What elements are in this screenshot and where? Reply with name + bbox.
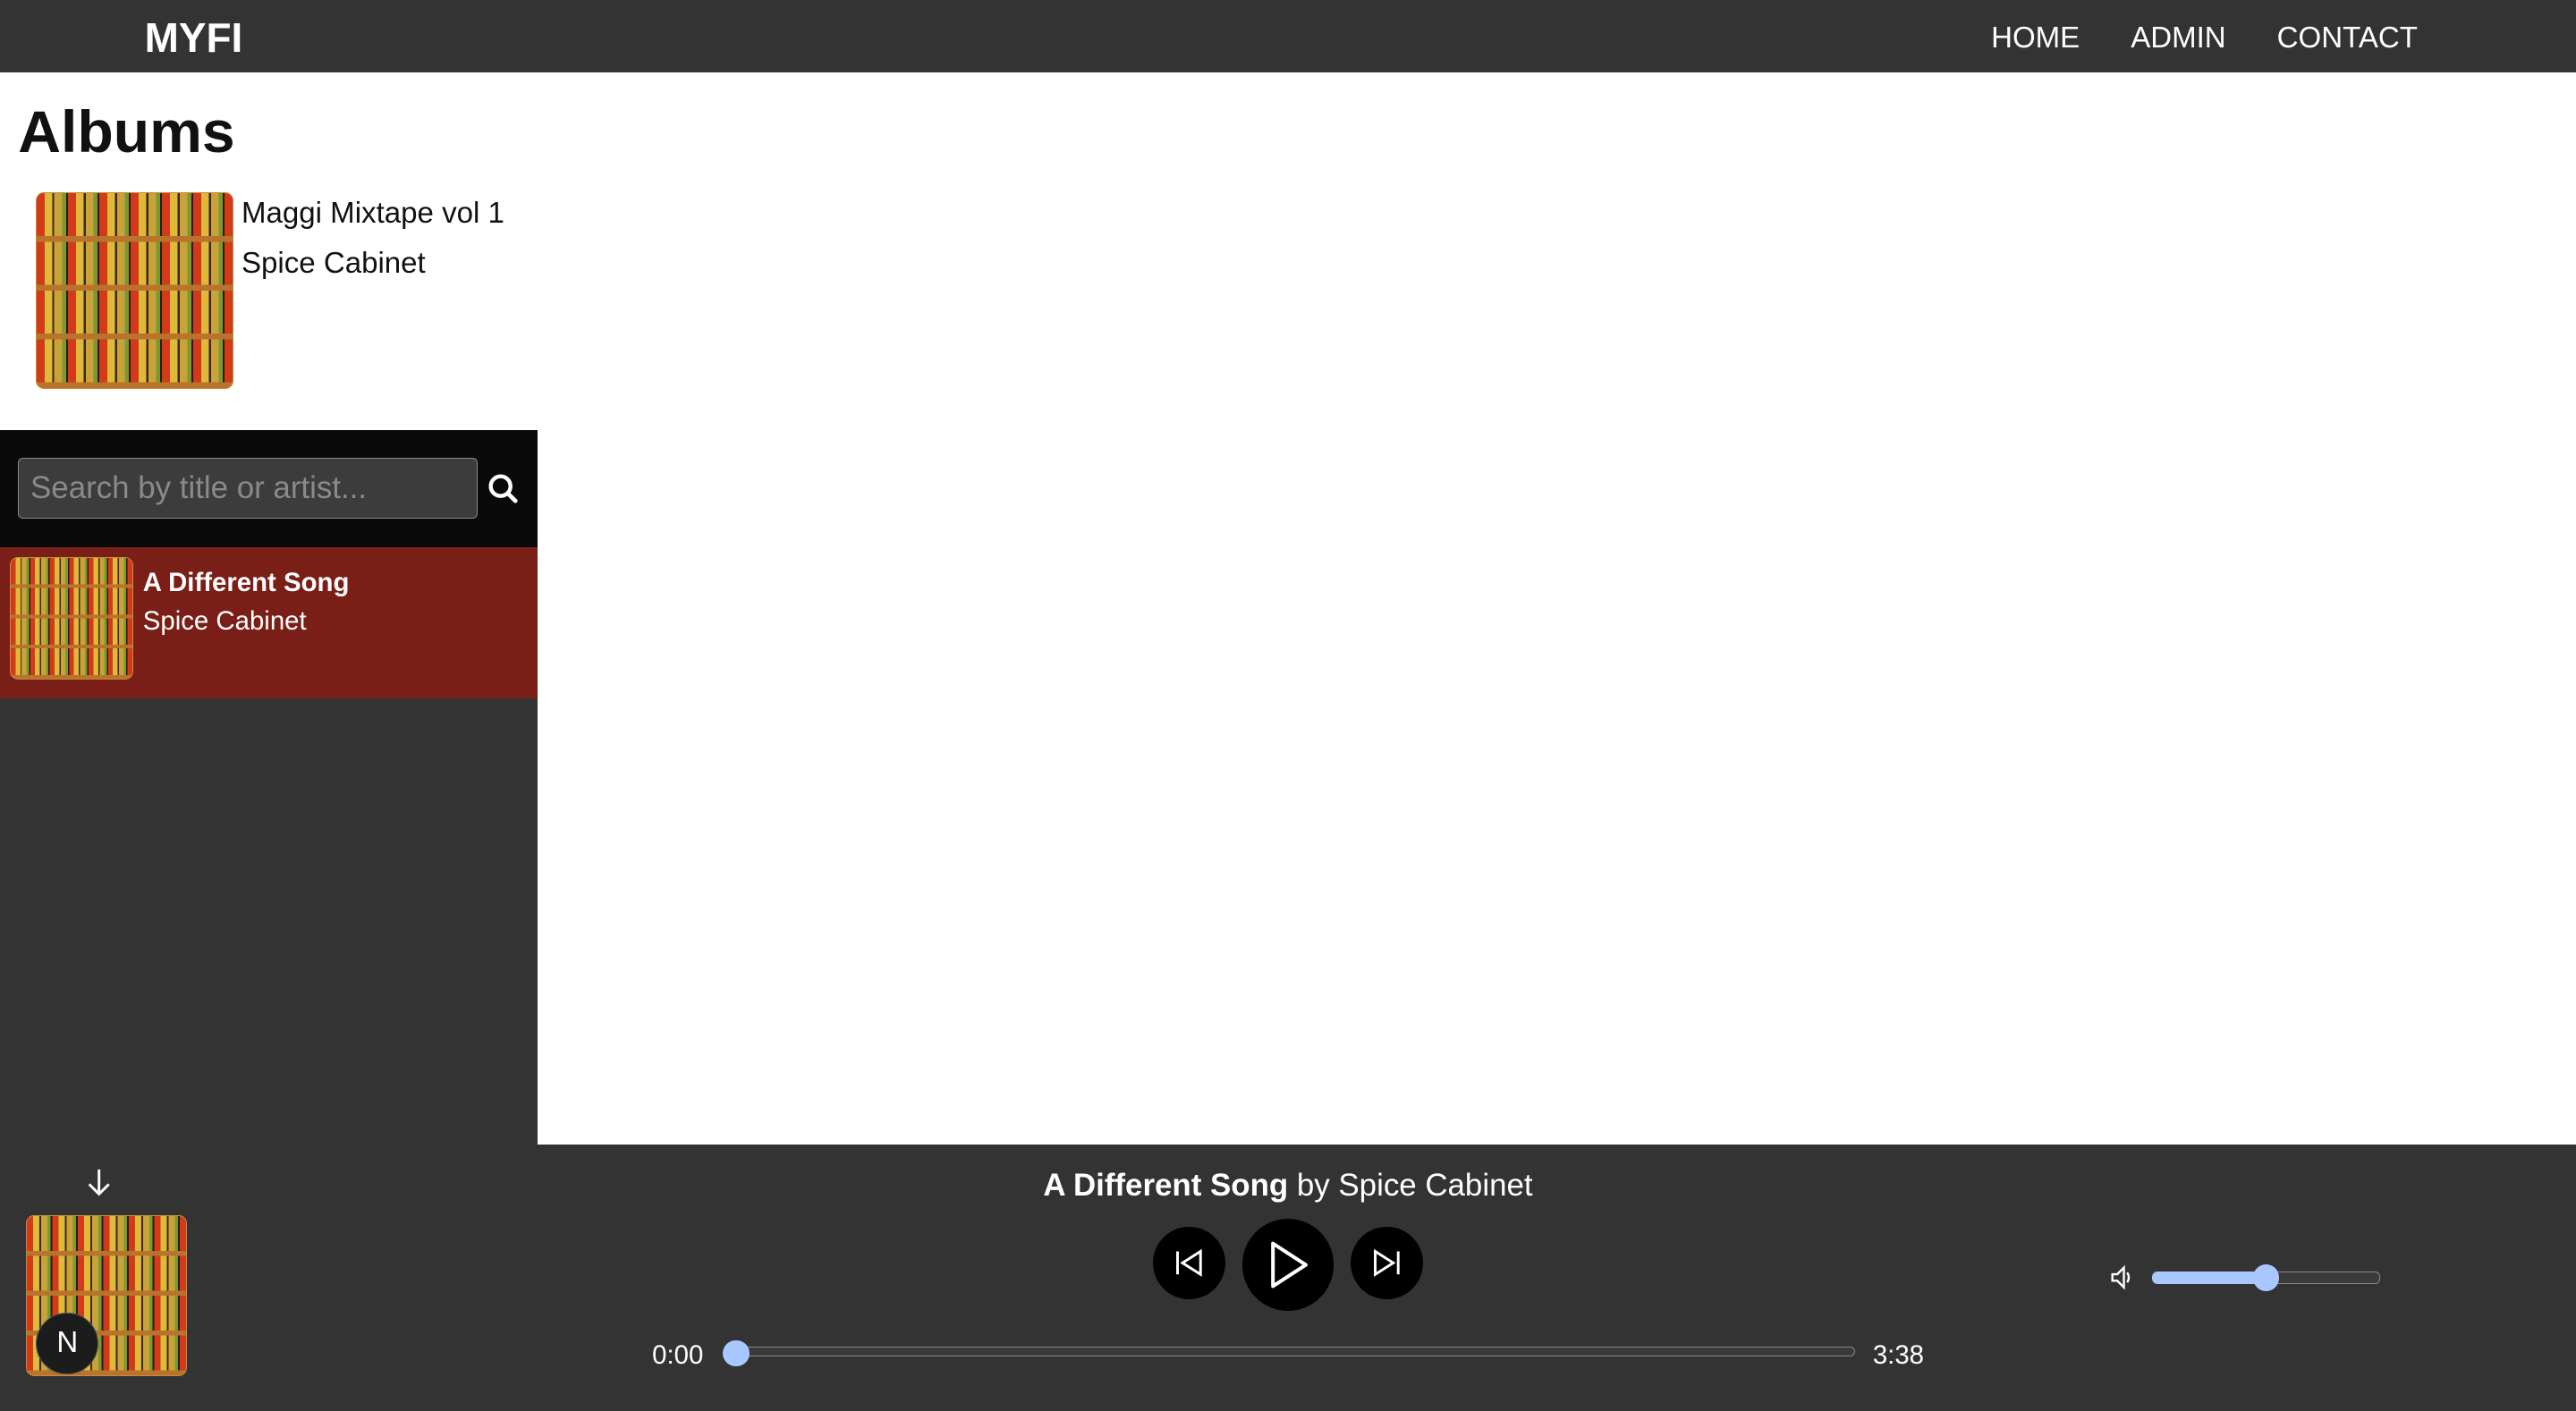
volume-thumb[interactable]	[2253, 1264, 2280, 1291]
progress-slider[interactable]	[727, 1347, 1855, 1357]
progress-thumb[interactable]	[723, 1339, 750, 1367]
play-button[interactable]	[1241, 1218, 1335, 1311]
volume-icon[interactable]	[2109, 1264, 2135, 1290]
now-playing-artist: by Spice Cabinet	[1296, 1167, 1533, 1203]
badge[interactable]: N	[36, 1312, 99, 1375]
logo[interactable]: MYFI	[145, 13, 243, 62]
nav-admin[interactable]: ADMIN	[2131, 21, 2225, 55]
album-cover[interactable]	[36, 191, 233, 390]
play-icon	[1271, 1241, 1309, 1288]
song-list-item[interactable]: A Different Song Spice Cabinet	[0, 546, 538, 698]
next-button[interactable]	[1350, 1227, 1423, 1299]
skip-forward-icon	[1373, 1248, 1400, 1277]
duration: 3:38	[1872, 1339, 1925, 1370]
skip-back-icon	[1176, 1248, 1203, 1277]
arrow-down-icon[interactable]	[86, 1168, 112, 1197]
nav-contact[interactable]: CONTACT	[2277, 21, 2418, 55]
song-thumbnail	[10, 556, 133, 680]
album-artist: Spice Cabinet	[241, 246, 426, 280]
search-input[interactable]	[18, 458, 479, 520]
now-playing-title: A Different Song by Spice Cabinet	[960, 1168, 1617, 1204]
current-time: 0:00	[652, 1339, 704, 1370]
now-playing-song: A Different Song	[1043, 1167, 1289, 1203]
nav-home[interactable]: HOME	[1991, 21, 2080, 55]
previous-button[interactable]	[1153, 1227, 1226, 1299]
song-title: A Different Song	[142, 568, 350, 598]
page-title: Albums	[18, 99, 235, 166]
album-name[interactable]: Maggi Mixtape vol 1	[242, 197, 504, 231]
search-icon[interactable]	[487, 473, 519, 504]
song-artist: Spice Cabinet	[142, 605, 307, 636]
volume-fill	[2152, 1271, 2267, 1285]
